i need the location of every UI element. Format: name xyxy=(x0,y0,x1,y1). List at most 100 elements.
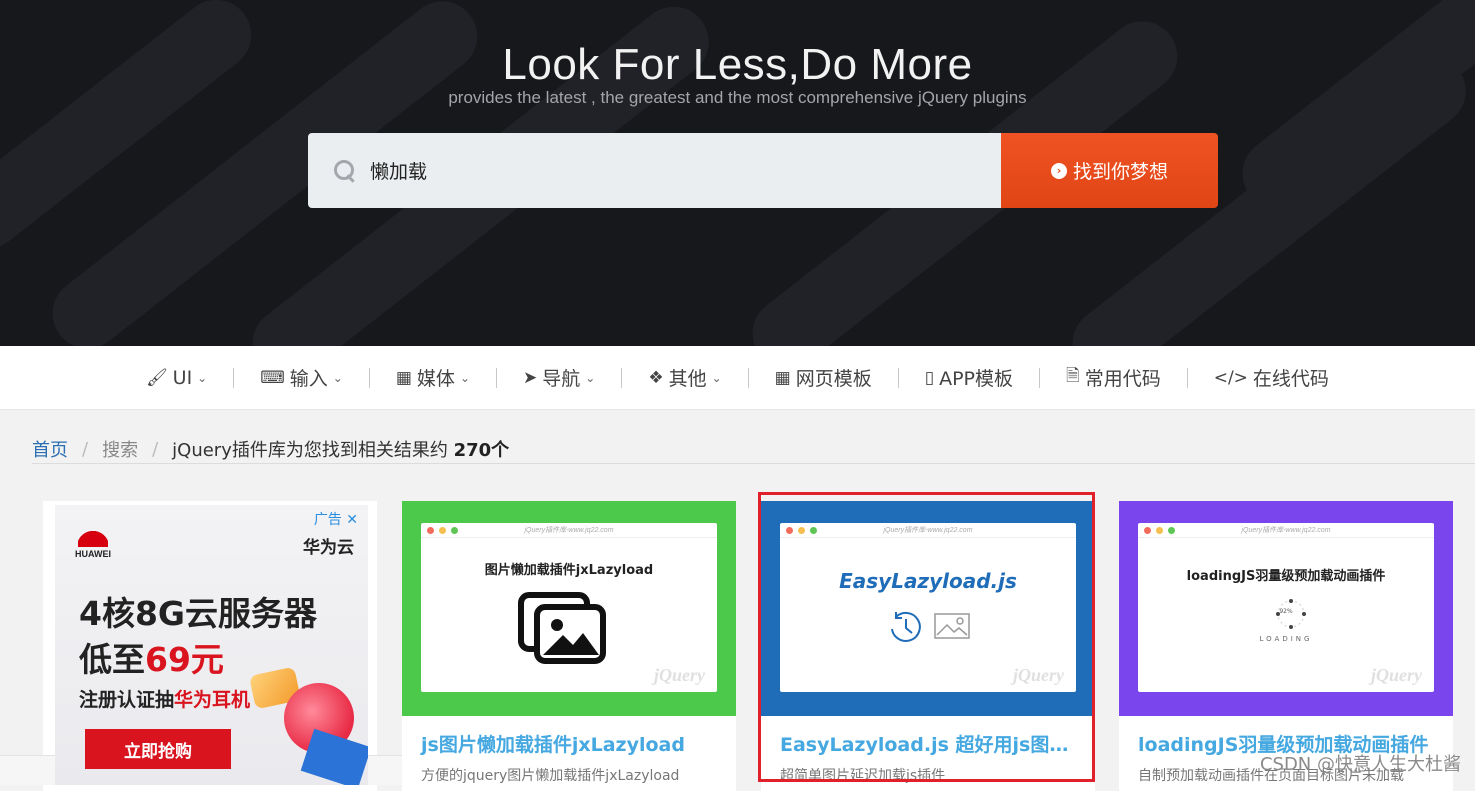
browser-url: jQuery插件库-www.jq22.com xyxy=(1241,527,1331,534)
breadcrumb-divider: / xyxy=(152,438,159,460)
ad-tag[interactable]: 广告 ✕ xyxy=(314,509,358,529)
plugin-title-link[interactable]: js图片懒加载插件jxLazyload xyxy=(402,716,736,757)
browser-bar: jQuery插件库-www.jq22.com xyxy=(421,523,717,538)
nav-item-navigation[interactable]: ➤ 导航 ⌄ xyxy=(523,364,595,391)
nav-item-input[interactable]: ⌨ 输入 ⌄ xyxy=(260,364,343,391)
image-gallery-icon xyxy=(518,592,606,664)
nav-divider xyxy=(233,367,235,388)
ad-label: 广告 xyxy=(313,512,342,528)
plugin-card[interactable]: jQuery插件库-www.jq22.com 图片懒加载插件jxLazyload… xyxy=(402,501,736,791)
nav-divider xyxy=(368,367,370,388)
plugin-card[interactable]: jQuery插件库-www.jq22.com EasyLazyload.js j… xyxy=(761,501,1095,791)
chevron-down-icon: ⌄ xyxy=(711,370,722,385)
search-field[interactable] xyxy=(308,133,1001,208)
plugin-description: 超简单图片延迟加载js插件 xyxy=(780,768,946,784)
nav-item-label: UI xyxy=(172,366,193,389)
nav-item-label: 常用代码 xyxy=(1084,368,1161,390)
grid-icon: ▦ xyxy=(774,367,791,388)
nav-item-common-code[interactable]: 🗎 常用代码 xyxy=(1066,363,1161,392)
paper-plane-icon: ➤ xyxy=(523,367,538,388)
hero-banner: Look For Less,Do More provides the lates… xyxy=(0,0,1475,346)
huawei-logo-text: HUAWEI xyxy=(75,549,111,559)
chevron-down-icon: ⌄ xyxy=(585,370,596,385)
search-button[interactable]: › 找到你梦想 xyxy=(1001,133,1218,208)
browser-bar: jQuery插件库-www.jq22.com xyxy=(1138,523,1434,538)
thumbnail-browser-frame: jQuery插件库-www.jq22.com loadingJS羽量级预加载动画… xyxy=(1138,523,1434,692)
jquery-logo: jQuery xyxy=(654,665,705,685)
browser-url: jQuery插件库-www.jq22.com xyxy=(524,527,614,534)
jquery-logo: jQuery xyxy=(1371,665,1422,685)
ad-banner[interactable]: 广告 ✕ HUAWEI 华为云 4核8G云服务器 低至69元 注册认证抽华为耳机… xyxy=(55,505,368,785)
history-clock-icon xyxy=(891,611,921,642)
search-icon xyxy=(334,159,356,182)
chevron-right-circle-icon: › xyxy=(1050,162,1067,179)
dropbox-icon: ❖ xyxy=(648,367,664,388)
thumbnail-heading: 图片懒加载插件jxLazyload xyxy=(484,563,654,578)
watermark: CSDN @快意人生大杜酱 xyxy=(1259,754,1461,775)
ad-card[interactable]: 广告 ✕ HUAWEI 华为云 4核8G云服务器 低至69元 注册认证抽华为耳机… xyxy=(0,501,452,791)
plugin-description: 方便的jquery图片懒加载插件jxLazyload xyxy=(421,768,680,784)
plugin-thumbnail[interactable]: jQuery插件库-www.jq22.com loadingJS羽量级预加载动画… xyxy=(1119,501,1453,716)
loading-text: LOADING xyxy=(1259,635,1313,643)
nav-item-online-code[interactable]: </> 在线代码 xyxy=(1214,364,1329,391)
chevron-down-icon: ⌄ xyxy=(197,370,208,385)
result-prefix: jQuery插件库为您找到相关结果约 xyxy=(172,440,448,461)
keyboard-icon: ⌨ xyxy=(260,367,285,388)
huawei-flower-icon xyxy=(78,525,108,547)
ad-headline: 4核8G云服务器 xyxy=(79,594,318,633)
browser-bar: jQuery插件库-www.jq22.com xyxy=(780,523,1076,538)
nav-divider xyxy=(496,367,497,388)
loading-percent: 92% xyxy=(1279,608,1293,615)
breadcrumb-result-text: jQuery插件库为您找到相关结果约 270个 xyxy=(172,436,509,462)
nav-item-app-templates[interactable]: ▯ APP模板 xyxy=(925,364,1013,391)
ad-price-line: 低至69元 xyxy=(79,633,224,681)
plugin-thumbnail[interactable]: jQuery插件库-www.jq22.com EasyLazyload.js j… xyxy=(761,501,1095,716)
film-icon: ▦ xyxy=(395,367,412,388)
search-button-label: 找到你梦想 xyxy=(1072,161,1168,183)
divider-line xyxy=(32,463,1475,464)
plugin-card[interactable]: jQuery插件库-www.jq22.com loadingJS羽量级预加载动画… xyxy=(1119,501,1453,791)
nav-divider xyxy=(1186,367,1188,388)
close-icon[interactable]: ✕ xyxy=(346,512,358,528)
browser-url: jQuery插件库-www.jq22.com xyxy=(883,527,973,534)
chevron-down-icon: ⌄ xyxy=(459,370,470,385)
thumbnail-browser-frame: jQuery插件库-www.jq22.com EasyLazyload.js j… xyxy=(780,523,1076,692)
huawei-logo: HUAWEI xyxy=(75,525,111,559)
nav-item-label: APP模板 xyxy=(939,368,1014,390)
jquery-logo: jQuery xyxy=(1013,665,1064,685)
ad-promo-highlight: 华为耳机 xyxy=(174,689,251,711)
nav-item-web-templates[interactable]: ▦ 网页模板 xyxy=(775,364,872,391)
brush-icon: 🖌 xyxy=(146,367,168,388)
hero-subtitle: provides the latest , the greatest and t… xyxy=(448,88,1027,107)
plugin-thumbnail[interactable]: jQuery插件库-www.jq22.com 图片懒加载插件jxLazyload… xyxy=(402,501,736,716)
breadcrumb-search: 搜索 xyxy=(102,440,139,461)
ad-price: 69元 xyxy=(145,640,224,679)
ad-promo-prefix: 注册认证抽 xyxy=(79,689,175,711)
nav-item-other[interactable]: ❖ 其他 ⌄ xyxy=(648,364,721,391)
nav-item-label: 导航 xyxy=(542,368,581,390)
search-input[interactable] xyxy=(370,159,930,182)
thumbnail-heading: loadingJS羽量级预加载动画插件 xyxy=(1186,569,1386,584)
nav-item-label: 其他 xyxy=(668,368,707,390)
chevron-down-icon: ⌄ xyxy=(332,370,343,385)
hero-title: Look For Less,Do More xyxy=(502,40,973,89)
nav-item-media[interactable]: ▦ 媒体 ⌄ xyxy=(396,364,470,391)
breadcrumb: 首页 / 搜索 / jQuery插件库为您找到相关结果约 270个 xyxy=(32,436,509,462)
nav-item-label: 输入 xyxy=(289,368,328,390)
nav-divider xyxy=(1039,367,1041,388)
ad-promo-line: 注册认证抽华为耳机 xyxy=(79,685,250,712)
mobile-icon: ▯ xyxy=(924,367,935,388)
nav-item-ui[interactable]: 🖌 UI ⌄ xyxy=(146,367,207,389)
thumbnail-heading: EasyLazyload.js xyxy=(839,569,1017,593)
category-nav: 🖌 UI ⌄ ⌨ 输入 ⌄ ▦ 媒体 ⌄ ➤ 导航 ⌄ ❖ 其他 ⌄ ▦ 网页模… xyxy=(0,346,1475,410)
nav-item-label: 媒体 xyxy=(416,368,455,390)
breadcrumb-home-link[interactable]: 首页 xyxy=(32,436,68,462)
result-count: 270个 xyxy=(453,440,510,461)
nav-divider xyxy=(621,367,623,388)
code-icon: </> xyxy=(1213,367,1248,388)
nav-divider xyxy=(897,367,899,388)
ad-price-prefix: 低至 xyxy=(79,640,145,679)
ad-cta-button[interactable]: 立即抢购 xyxy=(85,729,231,769)
plugin-title-link[interactable]: EasyLazyload.js 超好用js图片延迟加载插件 xyxy=(761,716,1095,757)
ad-brand: 华为云 xyxy=(303,538,354,558)
